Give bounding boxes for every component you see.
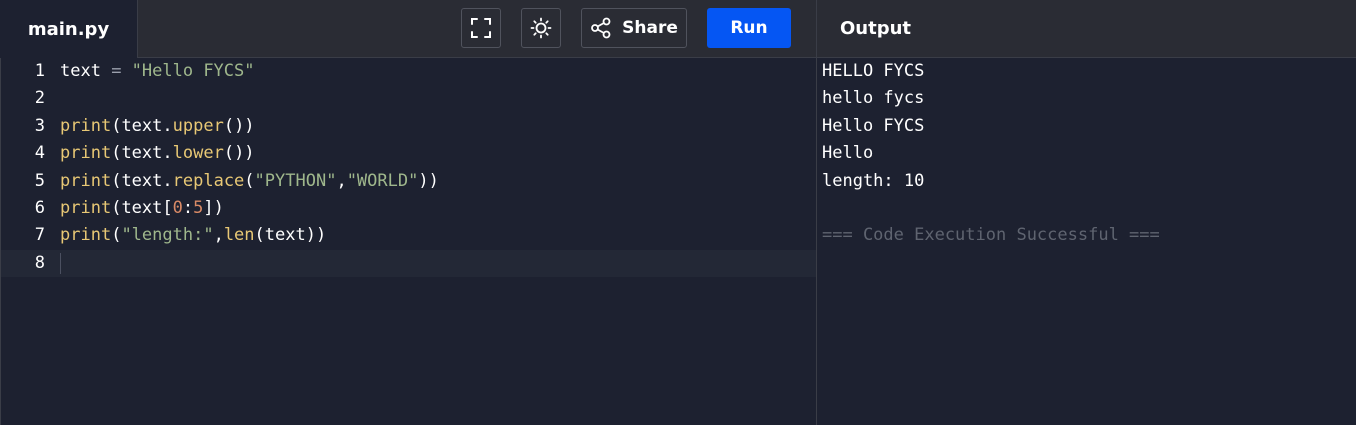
code-line[interactable]: 7 print("length:",len(text)): [1, 222, 817, 249]
fullscreen-icon: [471, 18, 491, 38]
code-line[interactable]: 5 print(text.replace("PYTHON","WORLD")): [1, 168, 817, 195]
text-cursor: [60, 252, 61, 274]
code-token: .: [162, 170, 173, 191]
sun-icon: [530, 17, 552, 39]
code-text: text = "Hello FYCS": [60, 58, 255, 85]
code-token: ()): [223, 115, 255, 136]
share-icon: [591, 17, 611, 39]
ide-window: main.py Share Run Output 1 text = "Hello…: [0, 0, 1356, 425]
code-token: ,: [213, 225, 224, 246]
code-token: print: [60, 115, 112, 136]
line-number: 6: [34, 198, 45, 218]
code-token: print: [60, 225, 112, 246]
output-line: length: 10: [822, 170, 925, 191]
theme-toggle-button[interactable]: [521, 8, 561, 48]
code-token: (: [111, 198, 122, 218]
code-token: replace: [172, 170, 245, 191]
code-token: "length:": [121, 225, 214, 246]
code-token: len: [223, 225, 255, 246]
line-number: 3: [34, 115, 45, 136]
top-toolbar: main.py Share Run Output: [0, 0, 1356, 58]
fullscreen-button[interactable]: [461, 8, 501, 48]
run-label: Run: [730, 18, 768, 38]
code-token: 5: [193, 198, 204, 218]
code-token: text: [121, 198, 163, 218]
code-line[interactable]: 1 text = "Hello FYCS": [1, 58, 817, 85]
code-token: lower: [172, 143, 224, 164]
code-token: 0: [172, 198, 183, 218]
code-token: )): [418, 170, 439, 191]
code-text: print(text.replace("PYTHON","WORLD")): [60, 168, 439, 195]
line-number: 1: [34, 61, 45, 81]
run-button[interactable]: Run: [707, 8, 791, 48]
line-number: 4: [34, 143, 45, 164]
output-line: Hello: [822, 143, 874, 164]
code-token: text: [121, 115, 163, 136]
output-line: HELLO FYCS: [822, 61, 925, 81]
code-token: (: [111, 115, 122, 136]
code-line[interactable]: 6 print(text[0:5]): [1, 195, 817, 222]
code-text: print(text.lower()): [60, 140, 255, 167]
code-token: "PYTHON": [254, 170, 337, 191]
code-token: (: [244, 170, 255, 191]
execution-status: === Code Execution Successful ===: [822, 225, 1160, 246]
code-text: print(text.upper()): [60, 113, 255, 140]
code-line[interactable]: 2: [1, 85, 817, 112]
code-token: (: [111, 143, 122, 164]
line-number: 8: [34, 252, 45, 273]
code-token: .: [162, 143, 173, 164]
code-token: ()): [223, 143, 255, 164]
code-token: "Hello FYCS": [131, 61, 255, 81]
code-token: [: [162, 198, 173, 218]
code-token: text: [60, 61, 101, 81]
code-text: print("length:",len(text)): [60, 222, 326, 249]
share-button[interactable]: Share: [581, 8, 687, 48]
line-number: 2: [34, 88, 45, 109]
code-token: .: [162, 115, 173, 136]
output-panel-header: Output: [816, 0, 1356, 57]
code-line[interactable]: 3 print(text.upper()): [1, 113, 817, 140]
code-editor[interactable]: 1 text = "Hello FYCS" 2 3 print(text.upper()…: [0, 58, 817, 425]
output-line: Hello FYCS: [822, 115, 925, 136]
code-token: ,: [336, 170, 347, 191]
code-token: (: [111, 170, 122, 191]
code-token: ]): [203, 198, 224, 218]
file-tab-label: main.py: [27, 18, 110, 40]
code-text: print(text[0:5]): [60, 195, 224, 222]
code-token: )): [305, 225, 327, 246]
line-number: 5: [34, 170, 45, 191]
code-token: print: [60, 170, 112, 191]
code-token: text: [121, 170, 163, 191]
code-token: text: [121, 143, 163, 164]
code-line[interactable]: 8: [1, 249, 817, 277]
code-token: (: [254, 225, 265, 246]
code-token: "WORLD": [346, 170, 419, 191]
code-token: text: [264, 225, 306, 246]
code-token: print: [60, 143, 112, 164]
code-token: (: [111, 225, 122, 246]
code-token: upper: [172, 115, 224, 136]
output-title: Output: [840, 18, 912, 39]
share-label: Share: [622, 18, 678, 38]
code-line[interactable]: 4 print(text.lower()): [1, 140, 817, 167]
line-number: 7: [34, 225, 45, 246]
output-line: hello fycs: [822, 88, 925, 109]
output-panel: HELLO FYCS hello fycs Hello FYCS Hello lengt…: [816, 58, 1356, 425]
code-token: =: [100, 61, 132, 81]
file-tab-main-py[interactable]: main.py: [0, 0, 138, 58]
code-token: print: [60, 198, 112, 218]
code-token: :: [182, 198, 194, 218]
